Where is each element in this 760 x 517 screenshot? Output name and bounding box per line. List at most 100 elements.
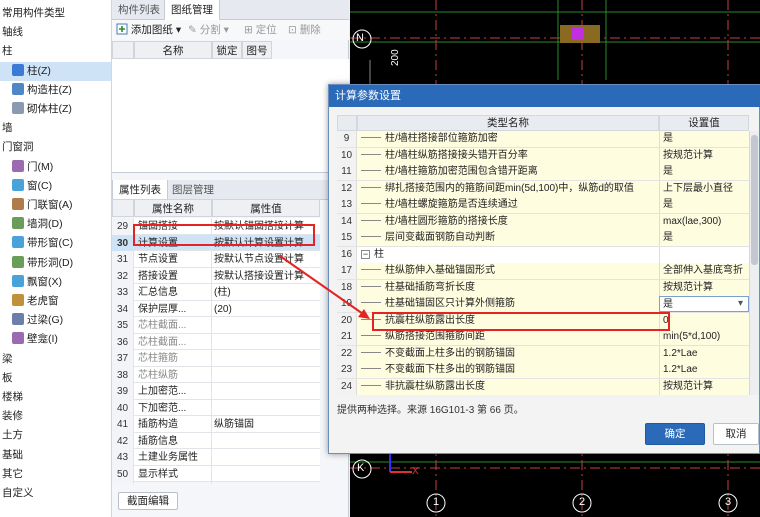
tree-item[interactable]: 常用构件类型	[0, 4, 65, 23]
tab-layer-manage[interactable]: 图层管理	[166, 180, 220, 200]
setting-value[interactable]: 1.2*Lae	[659, 345, 749, 362]
settings-row[interactable]: 21 纵筋搭接范围箍筋间距 min(5*d,100)	[337, 329, 749, 346]
tree-item[interactable]: 土方	[0, 426, 23, 445]
delete-button[interactable]: ⊡ 删除	[288, 22, 321, 38]
collapse-icon[interactable]: −	[361, 249, 370, 259]
property-value[interactable]: 纵筋锚固	[212, 416, 320, 434]
settings-row[interactable]: 18 柱基础插筋弯折长度 按规范计算	[337, 279, 749, 296]
property-value[interactable]	[212, 317, 320, 335]
property-row[interactable]: 50 显示样式	[112, 465, 320, 484]
property-row[interactable]: 31 节点设置 按默认节点设置计算	[112, 251, 320, 269]
tab-component-list[interactable]: 构件列表	[112, 0, 166, 20]
grid-scrollbar[interactable]	[749, 131, 759, 395]
property-value[interactable]	[212, 466, 320, 484]
setting-value[interactable]: 上下层最小直径	[659, 180, 749, 197]
setting-value[interactable]	[659, 246, 749, 263]
settings-row[interactable]: 15 层间变截面钢筋自动判断 是	[337, 230, 749, 247]
tree-item[interactable]: 楼梯	[0, 388, 23, 407]
settings-row[interactable]: 22 不变截面上柱多出的钢筋锚固 1.2*Lae	[337, 345, 749, 362]
settings-row[interactable]: 12 绑扎搭接范围内的箍筋间距min(5d,100)中，纵筋d的取值 上下层最小直径	[337, 180, 749, 197]
property-row[interactable]: 41 插筋构造 纵筋锚固	[112, 416, 320, 434]
property-value[interactable]	[212, 383, 320, 401]
property-row[interactable]: 38 芯柱纵筋	[112, 366, 320, 385]
property-value[interactable]	[212, 334, 320, 352]
setting-value[interactable]: 按规范计算	[659, 147, 749, 164]
tree-item[interactable]: 带形窗(C)	[0, 234, 73, 253]
setting-value[interactable]: 全部伸入基底弯折	[659, 263, 749, 279]
tree-item[interactable]: 过梁(G)	[0, 311, 63, 330]
drawing-list-area[interactable]	[112, 59, 349, 173]
tree-item[interactable]: 砌体柱(Z)	[0, 100, 72, 119]
tree-item[interactable]: 板	[0, 369, 13, 388]
property-value[interactable]	[212, 400, 320, 418]
property-row[interactable]: 39 上加密范...	[112, 383, 320, 401]
property-row[interactable]: 34 保护层厚... (20)	[112, 300, 320, 319]
section-edit-button[interactable]: 截面编辑	[118, 492, 178, 510]
settings-row[interactable]: 10 柱/墙柱纵筋搭接接头错开百分率 按规范计算	[337, 147, 749, 164]
settings-row[interactable]: 17 柱纵筋伸入基础锚固形式 全部伸入基底弯折	[337, 263, 749, 280]
property-value[interactable]	[212, 367, 320, 385]
setting-value[interactable]: 按规范计算	[659, 378, 749, 395]
locate-button[interactable]: ⊞ 定位	[244, 22, 277, 38]
setting-value[interactable]: 1.2*Lae	[659, 362, 749, 378]
tree-item[interactable]: 装修	[0, 407, 23, 426]
tree-item[interactable]: 基础	[0, 446, 23, 465]
setting-value[interactable]: min(5*d,100)	[659, 329, 749, 345]
settings-row[interactable]: 11 柱/墙柱箍筋加密范围包含错开距离 是	[337, 164, 749, 181]
settings-row[interactable]: 23 不变截面下柱多出的钢筋锚固 1.2*Lae	[337, 362, 749, 379]
setting-value[interactable]: 是	[659, 131, 749, 147]
tree-item[interactable]: 柱	[0, 42, 13, 61]
tree-item[interactable]: 构造柱(Z)	[0, 81, 72, 100]
tree-item[interactable]: 老虎窗	[0, 292, 59, 311]
tree-item[interactable]: 门(M)	[0, 158, 53, 177]
settings-row[interactable]: 14 柱/墙柱圆形箍筋的搭接长度 max(lae,300)	[337, 213, 749, 230]
setting-value[interactable]: 是	[659, 230, 749, 246]
tree-item[interactable]: 自定义	[0, 484, 34, 503]
tree-item[interactable]: 飘窗(X)	[0, 273, 62, 292]
tree-item[interactable]: 带形洞(D)	[0, 254, 73, 273]
property-row[interactable]: 40 下加密范...	[112, 399, 320, 418]
property-value[interactable]	[212, 350, 320, 368]
property-value[interactable]: 按默认节点设置计算	[212, 251, 320, 269]
tree-item[interactable]: 窗(C)	[0, 177, 52, 196]
setting-value[interactable]: 0	[659, 312, 749, 329]
tree-item[interactable]: 墙	[0, 119, 13, 138]
property-row[interactable]: 33 汇总信息 (柱)	[112, 284, 320, 302]
tree-item[interactable]: 壁龛(I)	[0, 330, 58, 349]
property-row[interactable]: 43 土建业务属性	[112, 449, 320, 467]
tree-item[interactable]: 其它	[0, 465, 23, 484]
dropdown-arrow-icon[interactable]: ▾	[738, 296, 743, 312]
property-row[interactable]: 37 芯柱箍筋	[112, 350, 320, 368]
scrollbar-thumb[interactable]	[751, 135, 758, 265]
settings-section-row[interactable]: 16− 柱	[337, 246, 749, 263]
property-row[interactable]: 42 插筋信息	[112, 432, 320, 451]
setting-value[interactable]: 是	[659, 197, 749, 213]
property-value[interactable]: 按默认搭接设置计算	[212, 268, 320, 286]
settings-row[interactable]: 24 非抗震柱纵筋露出长度 按规范计算	[337, 378, 749, 395]
split-button[interactable]: ✎ 分割 ▾	[188, 22, 229, 38]
tree-item[interactable]: 门窗洞	[0, 138, 34, 157]
settings-row[interactable]: 19 柱基础锚固区只计算外侧箍筋 是 ▾	[337, 296, 749, 313]
settings-row[interactable]: 9 柱/墙柱搭接部位箍筋加密 是	[337, 131, 749, 148]
property-value[interactable]: (20)	[212, 301, 320, 319]
setting-value[interactable]: max(lae,300)	[659, 213, 749, 230]
property-value[interactable]	[212, 433, 320, 451]
tree-item[interactable]: 门联窗(A)	[0, 196, 73, 215]
property-row[interactable]: 36 芯柱截面...	[112, 333, 320, 352]
setting-value[interactable]: 是	[659, 164, 749, 180]
tree-item[interactable]: 柱(Z)	[0, 61, 111, 81]
tree-item[interactable]: 墙洞(D)	[0, 215, 63, 234]
property-row[interactable]: 35 芯柱截面...	[112, 317, 320, 335]
property-value[interactable]	[212, 449, 320, 467]
tree-item[interactable]: 梁	[0, 350, 13, 369]
cancel-button[interactable]: 取消	[713, 423, 759, 445]
property-value[interactable]: (柱)	[212, 284, 320, 302]
property-row[interactable]: 32 搭接设置 按默认搭接设置计算	[112, 267, 320, 286]
tab-property-list[interactable]: 属性列表	[112, 180, 168, 200]
setting-value[interactable]: 按规范计算	[659, 279, 749, 296]
ok-button[interactable]: 确定	[645, 423, 705, 445]
setting-value[interactable]: 是	[659, 296, 749, 312]
tree-item[interactable]: 轴线	[0, 23, 23, 42]
settings-row[interactable]: 13 柱/墙柱螺旋箍筋是否连续通过 是	[337, 197, 749, 214]
tab-drawing-manage[interactable]: 图纸管理	[164, 0, 220, 20]
